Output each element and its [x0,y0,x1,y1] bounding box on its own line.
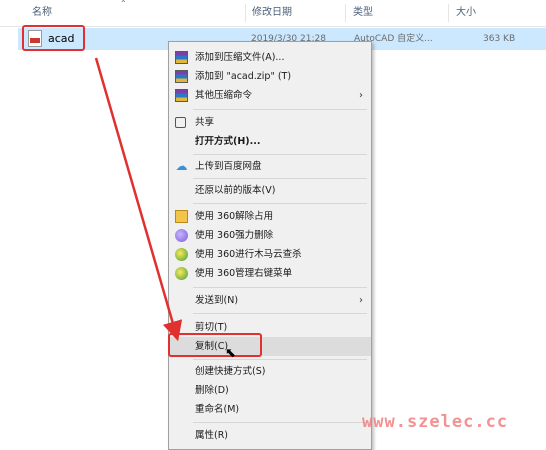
watermark: www.szelec.cc [362,412,509,432]
annotation-arrow [94,57,183,342]
